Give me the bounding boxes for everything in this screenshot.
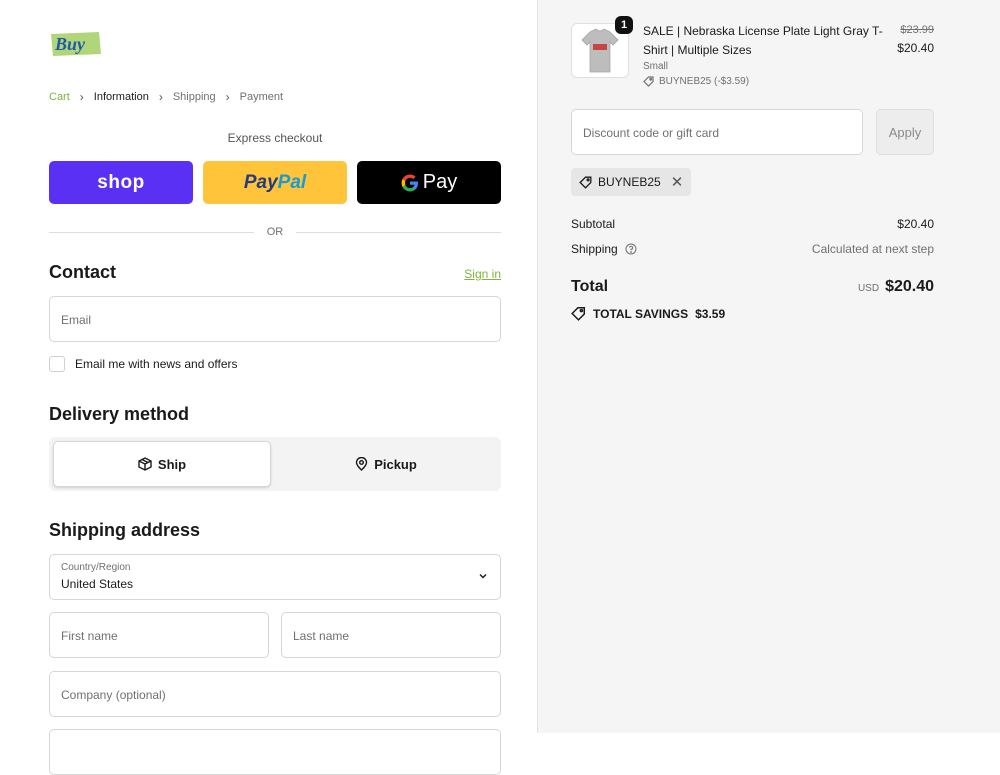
subtotal-value: $20.40 xyxy=(897,217,934,231)
total-value: $20.40 xyxy=(885,278,934,295)
or-label: OR xyxy=(266,226,284,238)
shop-pay-label: shop xyxy=(97,171,145,193)
tag-icon xyxy=(643,76,654,87)
contact-heading: Contact xyxy=(49,262,116,282)
breadcrumb: Cart › Information › Shipping › Payment xyxy=(49,90,283,104)
news-offers-label: Email me with news and offers xyxy=(75,357,238,371)
product-name: SALE | Nebraska License Plate Light Gray… xyxy=(643,24,883,57)
last-name-field[interactable]: Last name xyxy=(281,612,501,658)
original-price: $23.99 xyxy=(900,24,934,36)
company-placeholder: Company (optional) xyxy=(61,688,166,702)
pickup-option[interactable]: Pickup xyxy=(275,441,497,487)
shipping-label: Shipping xyxy=(571,242,618,256)
breadcrumb-information: Information xyxy=(93,91,149,103)
country-select[interactable]: Country/Region United States xyxy=(49,554,501,600)
applied-discount-chip: BUYNEB25 ✕ xyxy=(571,168,692,196)
breadcrumb-payment: Payment xyxy=(239,91,284,103)
sign-in-link[interactable]: Sign in xyxy=(464,267,501,281)
ship-option[interactable]: Ship xyxy=(53,441,271,487)
total-amount: USD $20.40 xyxy=(858,278,934,296)
google-pay-label: Pay xyxy=(422,171,458,193)
discount-code-input[interactable]: Discount code or gift card xyxy=(571,109,863,155)
or-divider: OR xyxy=(49,226,501,238)
quantity-badge: 1 xyxy=(615,16,633,34)
chevron-right-icon: › xyxy=(225,90,230,104)
savings-label: TOTAL SAVINGS xyxy=(593,306,689,321)
first-name-placeholder: First name xyxy=(61,629,118,643)
address-field[interactable] xyxy=(49,729,501,775)
tag-icon xyxy=(579,176,592,189)
package-icon xyxy=(138,457,152,471)
chevron-right-icon: › xyxy=(79,90,84,104)
location-pin-icon xyxy=(355,457,368,471)
paypal-label-part1: Pay xyxy=(243,171,278,193)
google-pay-button[interactable]: Pay xyxy=(357,161,501,204)
company-field[interactable]: Company (optional) xyxy=(49,671,501,717)
savings-value: $3.59 xyxy=(695,306,726,321)
paypal-label-part2: Pal xyxy=(277,171,307,193)
subtotal-label: Subtotal xyxy=(571,217,616,231)
chevron-down-icon xyxy=(479,574,487,579)
chevron-right-icon: › xyxy=(158,90,163,104)
google-g-icon xyxy=(401,174,418,191)
shipping-label-wrap: Shipping xyxy=(571,242,637,256)
product-discount-text: BUYNEB25 (-$3.59) xyxy=(659,76,750,87)
svg-text:Buy: Buy xyxy=(54,34,86,54)
shipping-value: Calculated at next step xyxy=(811,242,934,256)
email-field[interactable]: Email xyxy=(49,296,501,342)
delivery-method-heading: Delivery method xyxy=(49,404,190,424)
discount-code-placeholder: Discount code or gift card xyxy=(583,126,720,140)
remove-code-icon[interactable]: ✕ xyxy=(671,173,684,191)
paypal-button[interactable]: Pay Pal xyxy=(203,161,347,204)
apply-button[interactable]: Apply xyxy=(876,109,934,155)
product-variant: Small xyxy=(643,61,669,72)
delivery-method-selector: Ship Pickup xyxy=(49,437,501,491)
ship-label: Ship xyxy=(157,456,187,472)
news-offers-checkbox[interactable] xyxy=(49,356,65,372)
checkout-form-panel: Buy Cart › Information › Shipping › Paym… xyxy=(0,0,537,775)
shop-pay-button[interactable]: shop xyxy=(49,161,193,204)
product-discount: BUYNEB25 (-$3.59) xyxy=(643,76,749,87)
tag-icon xyxy=(571,306,586,321)
applied-code: BUYNEB25 xyxy=(598,175,661,189)
pickup-label: Pickup xyxy=(374,456,417,472)
express-checkout-label: Express checkout xyxy=(227,131,323,145)
item-price: $20.40 xyxy=(897,41,934,55)
first-name-field[interactable]: First name xyxy=(49,612,269,658)
currency-code: USD xyxy=(857,283,880,294)
breadcrumb-shipping: Shipping xyxy=(172,91,216,103)
brand-logo[interactable]: Buy xyxy=(49,28,103,60)
country-label: Country/Region xyxy=(61,562,131,573)
country-value: United States xyxy=(61,577,134,591)
last-name-placeholder: Last name xyxy=(293,629,350,643)
help-circle-icon[interactable] xyxy=(625,243,637,255)
email-placeholder: Email xyxy=(61,313,92,327)
shipping-address-heading: Shipping address xyxy=(49,520,201,540)
total-label: Total xyxy=(571,278,609,295)
breadcrumb-cart[interactable]: Cart xyxy=(49,91,70,103)
total-savings: TOTAL SAVINGS $3.59 xyxy=(571,306,725,321)
